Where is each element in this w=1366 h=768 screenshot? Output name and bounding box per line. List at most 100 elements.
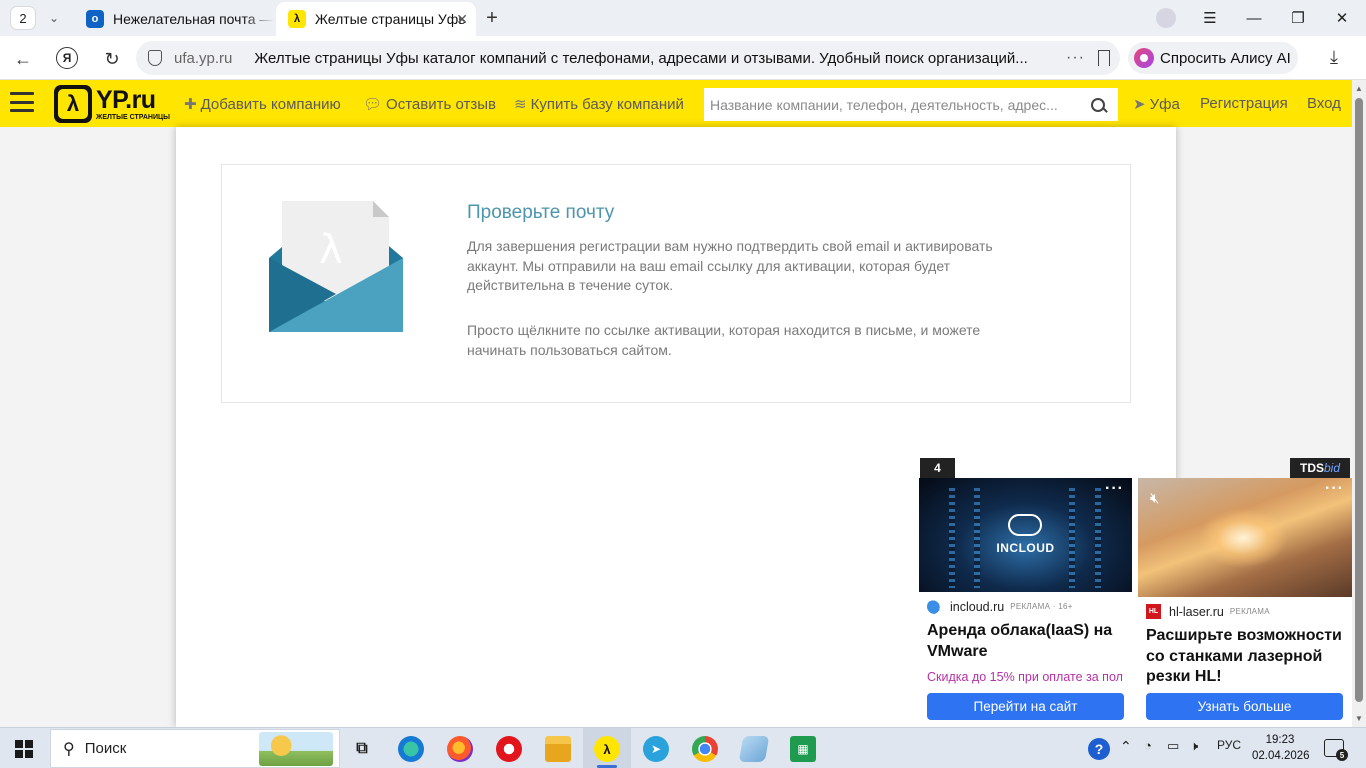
notifications-icon[interactable]: 5 [1324, 739, 1348, 761]
login-link[interactable]: Вход [1307, 95, 1341, 112]
volume-icon[interactable]: 🕨︎ [1190, 738, 1198, 754]
download-icon[interactable]: ⤓ [1330, 47, 1338, 68]
ad-domain: hl-laser.ru [1169, 604, 1224, 619]
shield-icon[interactable] [148, 50, 162, 66]
yandex-browser-icon[interactable]: λ [594, 736, 620, 762]
ad-title[interactable]: Аренда облака(IaaS) на VMware [927, 621, 1127, 662]
notice-paragraph-2: Просто щёлкните по ссылке активации, кот… [467, 322, 981, 358]
leave-review-link[interactable]: 💬︎ Оставить отзыв [363, 95, 496, 114]
yandex-icon[interactable]: Я [56, 47, 78, 69]
ad-network-name: TDS [1299, 461, 1324, 475]
outlook-icon: o [86, 10, 104, 28]
ad-label: РЕКЛАМА · 16+ [1010, 602, 1073, 611]
ad-source: HL hl-laser.ru РЕКЛАМА [1146, 604, 1270, 619]
search-highlight-image [259, 732, 333, 766]
new-tab-button[interactable]: + [480, 6, 504, 30]
ad-title[interactable]: Расширьте возможности со станками лазерн… [1146, 626, 1346, 688]
tab-fade [244, 2, 274, 36]
bookmark-icon[interactable] [1098, 50, 1110, 66]
wifi-icon[interactable]: ◔ [1144, 738, 1152, 753]
address-bar: ← Я ↻ ufa.yp.ru Желтые страницы Уфы ката… [0, 36, 1366, 80]
yp-icon: λ [288, 10, 306, 28]
svg-text:λ: λ [319, 227, 343, 273]
battery-icon[interactable]: ▭ [1167, 738, 1179, 754]
search-icon[interactable] [1086, 93, 1110, 117]
incloud-logo-icon [927, 599, 942, 614]
ad-network-suffix: bid [1323, 461, 1340, 475]
hamburger-menu-icon[interactable] [10, 92, 34, 112]
clock-date: 02.04.2026 [1252, 750, 1310, 762]
database-icon: ≋ [514, 96, 527, 113]
site-search-box [704, 88, 1118, 121]
site-logo[interactable]: λ YP.ru ЖЕЛТЫЕ СТРАНИЦЫ [54, 85, 170, 123]
add-company-link[interactable]: ✚ Добавить компанию [184, 95, 341, 114]
taskbar-search[interactable]: ⚲ Поиск [50, 729, 340, 768]
ad-more-icon[interactable]: ··· [1325, 480, 1344, 498]
comment-icon: 💬︎ [363, 96, 383, 113]
site-header: λ YP.ru ЖЕЛТЫЕ СТРАНИЦЫ ✚ Добавить компа… [0, 80, 1352, 127]
notepad-icon[interactable] [738, 736, 770, 762]
browser-menu-icon[interactable]: ☰ [1188, 0, 1232, 36]
opera-icon[interactable] [496, 736, 522, 762]
ad-more-icon[interactable]: ··· [1105, 480, 1124, 498]
notice-paragraph-1: Для завершения регистрации вам нужно под… [467, 238, 993, 293]
scrollbar-thumb[interactable] [1355, 98, 1363, 702]
cloud-icon [1008, 514, 1042, 536]
check-email-notice: λ Проверьте почту Для завершения регистр… [221, 164, 1131, 403]
search-icon: ⚲ [63, 740, 75, 758]
edge-icon[interactable] [398, 736, 424, 762]
close-tab-icon[interactable]: ✕ [456, 11, 468, 28]
spreadsheet-icon[interactable]: ▦ [790, 736, 816, 762]
page-scrollbar[interactable]: ▲ ▼ [1352, 80, 1366, 727]
add-company-label: Добавить компанию [200, 95, 341, 113]
buy-database-link[interactable]: ≋ Купить базу компаний [514, 95, 684, 114]
back-arrow-icon[interactable]: ← [10, 46, 36, 72]
taskbar-clock[interactable]: 19:23 02.04.2026 [1252, 732, 1310, 764]
ad-counter-badge: 4 [920, 458, 955, 478]
url-field[interactable]: ufa.yp.ru Желтые страницы Уфы каталог ко… [136, 41, 1120, 75]
ad-go-to-site-button[interactable]: Перейти на сайт [927, 693, 1124, 720]
site-search-input[interactable] [704, 88, 1086, 121]
profile-icon[interactable] [1156, 8, 1176, 28]
help-icon[interactable]: ? [1088, 738, 1110, 760]
city-selector[interactable]: ➤ Уфа [1133, 95, 1180, 114]
register-link[interactable]: Регистрация [1200, 95, 1288, 112]
mute-icon[interactable]: 🔇︎ [1150, 490, 1172, 508]
notice-title: Проверьте почту [467, 202, 615, 223]
tray-chevron-icon[interactable]: ⌃ [1120, 738, 1132, 755]
tab-title: Желтые страницы Уфы [315, 11, 465, 27]
telegram-icon[interactable]: ➤ [643, 736, 669, 762]
task-view-icon[interactable]: ⧉ [349, 736, 375, 762]
logo-text: YP.ru [96, 85, 156, 114]
tabs-dropdown-icon[interactable]: ⌄ [42, 7, 66, 29]
restore-icon[interactable]: ❐ [1276, 0, 1320, 36]
hl-logo-icon: HL [1146, 604, 1161, 619]
ad-network-badge[interactable]: TDS bid [1290, 458, 1350, 478]
leave-review-label: Оставить отзыв [386, 95, 496, 113]
language-indicator[interactable]: РУС [1217, 738, 1241, 752]
file-explorer-icon[interactable] [545, 736, 571, 762]
ad-domain: incloud.ru [950, 599, 1005, 614]
plus-icon: ✚ [184, 96, 197, 113]
start-icon[interactable] [15, 740, 33, 758]
scroll-down-icon[interactable]: ▼ [1355, 714, 1363, 723]
ask-alice-button[interactable]: Спросить Алису AI [1128, 42, 1298, 74]
reload-icon[interactable]: ↻ [99, 46, 125, 72]
chrome-icon[interactable] [692, 736, 718, 762]
tab-junk-mail[interactable]: o Нежелательная почта — I [74, 2, 274, 36]
tab-count-button[interactable]: 2 [10, 6, 36, 30]
minimize-icon[interactable]: — [1232, 0, 1276, 36]
scroll-up-icon[interactable]: ▲ [1355, 84, 1363, 93]
alice-label: Спросить Алису AI [1160, 49, 1291, 67]
close-window-icon[interactable]: ✕ [1320, 0, 1364, 36]
ad-learn-more-button[interactable]: Узнать больше [1146, 693, 1343, 720]
firefox-icon[interactable] [447, 736, 473, 762]
ad-card-hl-laser[interactable]: 🔇︎ ··· HL hl-laser.ru РЕКЛАМА Расширьте … [1138, 478, 1352, 727]
tab-yellow-pages[interactable]: λ Желтые страницы Уфы ✕ [276, 2, 476, 36]
more-dots-icon[interactable]: ··· [1066, 49, 1085, 67]
ad-card-incloud[interactable]: INCLOUD ··· incloud.ru РЕКЛАМА · 16+ Аре… [919, 478, 1132, 727]
ad-image-laser: 🔇︎ ··· [1138, 478, 1352, 597]
ad-image-text: INCLOUD [996, 541, 1055, 555]
city-label: Уфа [1149, 95, 1180, 113]
ad-source: incloud.ru РЕКЛАМА · 16+ [927, 599, 1073, 614]
